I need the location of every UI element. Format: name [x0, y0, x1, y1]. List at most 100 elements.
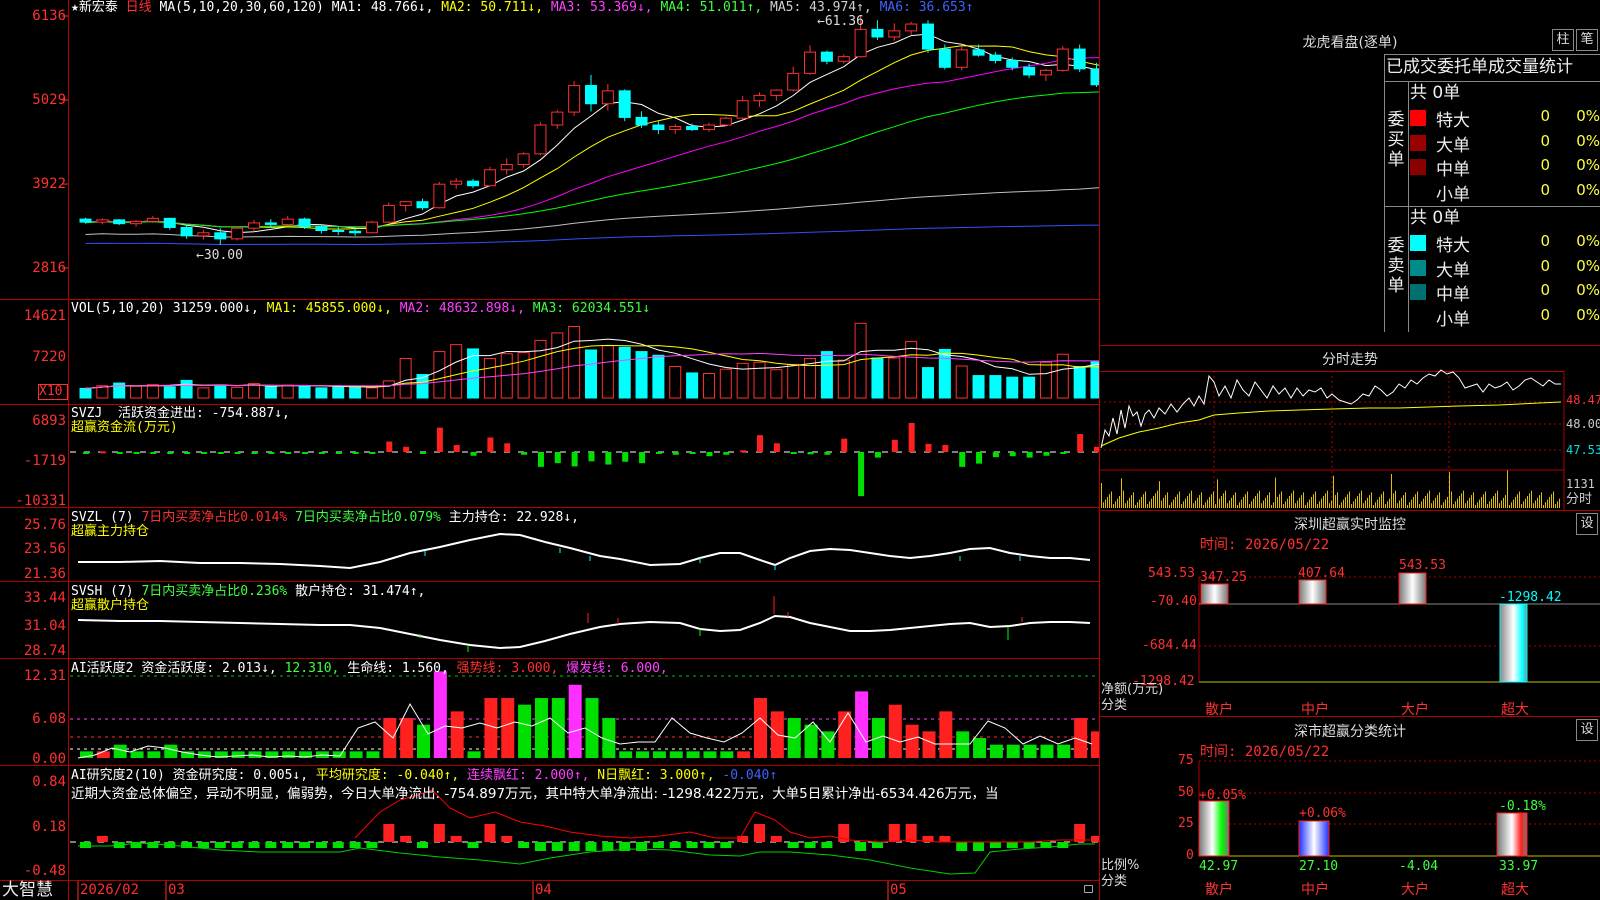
ai2-bar-17 — [366, 842, 378, 848]
ai2-bar-28 — [551, 842, 563, 851]
ai1-axis-2: 6.08 — [32, 711, 66, 727]
intraday-vol-bar-175 — [1451, 491, 1452, 508]
sz-class-ylabel: 比例% — [1101, 858, 1140, 873]
ai1-bar-38 — [720, 751, 734, 758]
intraday-vol-bar-127 — [1355, 498, 1356, 508]
period-label[interactable]: 日线 — [126, 0, 152, 15]
vol-axis-1: 14621 — [23, 308, 66, 324]
candle-15 — [332, 230, 345, 233]
intraday-vol-bar-103 — [1307, 502, 1308, 508]
ai1-bar-32 — [619, 751, 633, 758]
svzj-bar-31 — [605, 452, 612, 465]
intraday-vol-bar-102 — [1305, 505, 1306, 508]
intraday-vol-bar-210 — [1521, 504, 1522, 508]
intraday-vol-bar-141 — [1383, 491, 1384, 508]
ma-line-MA4 — [85, 91, 1100, 228]
intraday-vol-bar-121 — [1343, 499, 1344, 508]
intraday-vol-bar-192 — [1485, 491, 1486, 508]
ai1-bar-31 — [602, 718, 616, 758]
candle-8 — [214, 232, 227, 240]
vol-bar-11 — [264, 386, 277, 399]
ai1-bar-17 — [366, 751, 380, 758]
sz-monitor-settings-button[interactable]: 设 — [1576, 513, 1598, 535]
intraday-vol-bar-66 — [1233, 495, 1234, 508]
ma3-value: MA3: 53.369↓, — [550, 0, 653, 15]
svg-text:-1298.42: -1298.42 — [1499, 590, 1562, 605]
intraday-vol-bar-57 — [1215, 504, 1216, 508]
brand-label[interactable]: 大智慧 — [2, 881, 53, 900]
svzj-bar-24 — [487, 437, 494, 452]
intraday-vol-bar-24 — [1149, 501, 1150, 508]
intraday-vol-bar-54 — [1209, 496, 1210, 508]
svzj-bar-6 — [184, 452, 191, 454]
intraday-vol-bar-115 — [1331, 500, 1332, 508]
intraday-vol-bar-80 — [1261, 503, 1262, 508]
svzj-bar-1 — [99, 451, 106, 454]
svsh-holding-line — [77, 614, 1091, 650]
svzj-bar-14 — [318, 452, 325, 454]
ai1-bar-56 — [1023, 744, 1037, 758]
intraday-vol-bar-104 — [1309, 499, 1310, 508]
intraday-vol-bar-169 — [1439, 492, 1440, 508]
ai2-bar-51 — [939, 836, 951, 842]
svzj-flow-bars — [83, 422, 1100, 497]
intraday-vol-bar-18 — [1137, 502, 1138, 508]
intraday-vol-bar-204 — [1509, 505, 1510, 508]
tick-mode-button[interactable]: 笔 — [1576, 29, 1598, 51]
ai1-bar-1 — [96, 751, 110, 758]
svzl-item3: 主力持仓: 22.928↓, — [448, 510, 579, 525]
intraday-vol-bar-37 — [1175, 496, 1176, 508]
sell-pct-2: 0% — [1576, 281, 1600, 299]
candle-22 — [450, 180, 463, 185]
intraday-vol-bar-144 — [1389, 498, 1390, 508]
svzj-bar-13 — [302, 452, 309, 454]
svzj-bar-3 — [133, 452, 140, 454]
ai2-bar-9 — [231, 842, 243, 848]
ai2-item2: 平均研究度: -0.040↑, — [315, 768, 460, 783]
stock-name[interactable]: ★新宏泰 — [71, 0, 118, 15]
intraday-vol-bar-223 — [1547, 499, 1548, 508]
intraday-vol-bar-59 — [1219, 498, 1220, 508]
svzj-bar-43 — [807, 452, 814, 455]
ai1-bar-15 — [332, 751, 346, 758]
intraday-vol-bar-209 — [1519, 491, 1520, 508]
bar-mode-button[interactable]: 柱 — [1552, 29, 1574, 51]
intraday-vol-bar-40 — [1181, 504, 1182, 508]
intraday-chart[interactable] — [1099, 368, 1600, 510]
svzj-axis-1: 6893 — [32, 413, 66, 429]
vol-header: VOL(5,10,20) 31259.000↓, MA1: 45855.000↓… — [71, 301, 650, 317]
price-axis-4: 2816 — [32, 260, 66, 276]
ai2-bar-42 — [787, 842, 799, 848]
candle-55 — [1006, 59, 1019, 68]
lock-icon[interactable] — [1084, 885, 1093, 893]
ma1-value: MA1: 48.766↓, — [331, 0, 434, 15]
intraday-vol-bar-4 — [1109, 494, 1110, 508]
intraday-vol-bar-48 — [1197, 497, 1198, 508]
candle-4 — [146, 217, 159, 222]
buy-swatch-1 — [1410, 134, 1426, 151]
intraday-vol-bar-200 — [1501, 500, 1502, 508]
intraday-vol-bar-172 — [1445, 499, 1446, 508]
ai2-bar-12 — [282, 842, 294, 848]
ai2-bar-31 — [602, 842, 614, 851]
svg-text:27.10: 27.10 — [1299, 859, 1338, 874]
ai2-bar-16 — [349, 842, 361, 848]
ai1-item5: 爆发线: 6.000, — [566, 661, 668, 676]
vol-bar-55 — [1006, 376, 1019, 399]
ai2-bar-10 — [248, 842, 260, 848]
svzj-bar-5 — [167, 452, 174, 454]
intraday-vol-bar-174 — [1449, 472, 1450, 508]
ai2-bar-0 — [80, 842, 91, 848]
intraday-vol-bar-195 — [1491, 498, 1492, 508]
ai1-bar-16 — [349, 751, 363, 758]
ai2-bar-20 — [417, 842, 428, 848]
svzj-bar-19 — [403, 446, 410, 452]
intraday-vol-bar-76 — [1253, 498, 1254, 508]
candle-43 — [804, 51, 817, 74]
svzj-bar-51 — [942, 445, 949, 452]
buy-pct-3: 0% — [1576, 180, 1600, 199]
intraday-vol-bar-87 — [1275, 477, 1276, 508]
ai2-bar-38 — [720, 842, 732, 848]
intraday-vol-bar-135 — [1371, 492, 1372, 508]
vol-bar-6 — [180, 379, 193, 399]
